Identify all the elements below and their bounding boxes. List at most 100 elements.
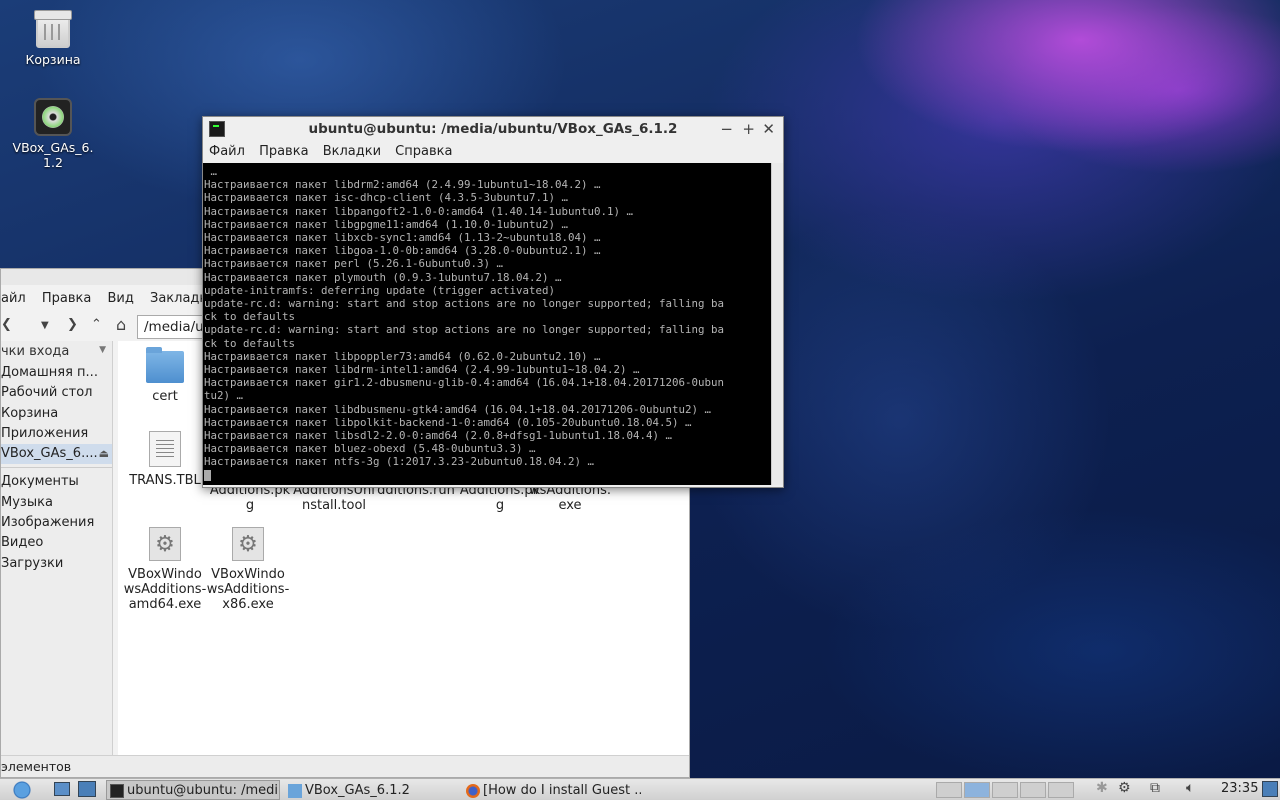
- sidebar-item-pictures[interactable]: Изображения: [1, 513, 112, 533]
- sidebar-item-downloads[interactable]: Загрузки: [1, 554, 112, 574]
- sidebar-item-videos[interactable]: Видео: [1, 533, 112, 553]
- terminal-line: update-initramfs: deferring update (trig…: [204, 283, 556, 297]
- file-item[interactable]: cert: [123, 347, 207, 404]
- sidebar-header[interactable]: чки входа ▼: [1, 341, 112, 363]
- terminal-menubar: Файл Правка Вкладки Справка: [203, 141, 783, 163]
- sidebar-item-trash[interactable]: Корзина: [1, 404, 112, 424]
- workspace-5[interactable]: [1048, 782, 1074, 798]
- sidebar-item-home[interactable]: Домашняя п...: [1, 363, 112, 383]
- terminal-icon: [110, 784, 124, 798]
- taskbar: ubuntu@ubuntu: /medi... VBox_GAs_6.1.2 […: [0, 778, 1280, 800]
- executable-gear-icon: ⚙: [149, 527, 181, 561]
- network-icon[interactable]: ⧉: [1150, 780, 1160, 796]
- dropdown-icon[interactable]: ▼: [41, 320, 49, 331]
- sidebar-item-music[interactable]: Музыка: [1, 493, 112, 513]
- menu-help[interactable]: Справка: [395, 144, 452, 159]
- terminal-line: Настраивается пакет libpoppler73:amd64 (…: [204, 349, 601, 363]
- folder-icon: [288, 784, 302, 798]
- maximize-icon[interactable]: +: [742, 117, 755, 141]
- terminal-line: Настраивается пакет plymouth (0.9.3-1ubu…: [204, 270, 562, 284]
- menu-edit[interactable]: Правка: [259, 144, 308, 159]
- menu-file[interactable]: Файл: [209, 144, 245, 159]
- terminal-line: Настраивается пакет libdrm2:amd64 (2.4.9…: [204, 178, 601, 192]
- sidebar-item-desktop[interactable]: Рабочий стол: [1, 383, 112, 403]
- terminal-line: ck to defaults: [204, 310, 296, 324]
- desktop-switch-icon[interactable]: [78, 781, 96, 797]
- terminal-line: update-rc.d: warning: start and stop act…: [204, 323, 725, 337]
- file-item[interactable]: ⚙ VBoxWindowsAdditions-amd64.exe: [123, 527, 207, 612]
- sidebar-divider: [1, 464, 112, 469]
- up-icon[interactable]: ⌃: [91, 317, 102, 332]
- file-name: TRANS.TBL: [129, 473, 201, 488]
- menu-view[interactable]: Вид: [108, 291, 134, 306]
- folder-icon: [146, 347, 184, 383]
- terminal-line: Настраивается пакет gir1.2-dbusmenu-glib…: [204, 376, 725, 390]
- terminal-line: Настраивается пакет libxcb-sync1:amd64 (…: [204, 231, 601, 245]
- terminal-line: update-rc.d: warning: start and stop act…: [204, 297, 725, 311]
- terminal-line: tu2) …: [204, 389, 244, 403]
- minimize-icon[interactable]: −: [720, 117, 733, 141]
- terminal-line: …: [204, 165, 218, 178]
- desktop-icon-label: VBox_GAs_6.1.2: [12, 140, 94, 170]
- prev-icon[interactable]: ❮: [1, 317, 12, 332]
- collapse-icon[interactable]: ▼: [99, 345, 106, 355]
- terminal-line: Настраивается пакет libpangoft2-1.0-0:am…: [204, 204, 634, 218]
- show-desktop-button[interactable]: [1262, 781, 1278, 797]
- disc-icon: [34, 98, 72, 136]
- task-terminal[interactable]: ubuntu@ubuntu: /medi...: [106, 780, 280, 800]
- sidebar: чки входа ▼ Домашняя п... Рабочий стол К…: [1, 341, 113, 757]
- terminal-line: Настраивается пакет bluez-obexd (5.48-0u…: [204, 442, 536, 456]
- sidebar-item-applications[interactable]: Приложения: [1, 424, 112, 444]
- executable-gear-icon: ⚙: [232, 527, 264, 561]
- clock[interactable]: 23:35: [1221, 781, 1258, 796]
- terminal-line: Настраивается пакет libgoa-1.0-0b:amd64 …: [204, 244, 601, 258]
- workspace-3[interactable]: [992, 782, 1018, 798]
- text-file-icon: [149, 431, 181, 467]
- terminal-line: Настраивается пакет libdbusmenu-gtk4:amd…: [204, 402, 712, 416]
- file-manager-launcher-icon[interactable]: [54, 782, 70, 796]
- volume-icon[interactable]: 🔈︎: [1186, 780, 1194, 796]
- bluetooth-icon[interactable]: ✱: [1096, 780, 1108, 796]
- file-name: VBoxWindowsAdditions-x86.exe: [206, 567, 290, 612]
- terminal-title: ubuntu@ubuntu: /media/ubuntu/VBox_GAs_6.…: [308, 121, 678, 137]
- firefox-icon: [466, 784, 480, 798]
- file-name: cert: [152, 389, 178, 404]
- terminal-titlebar[interactable]: ubuntu@ubuntu: /media/ubuntu/VBox_GAs_6.…: [203, 117, 783, 141]
- workspace-2[interactable]: [964, 782, 990, 798]
- task-browser[interactable]: [How do I install Guest ...: [462, 780, 642, 800]
- terminal-line: Настраивается пакет libsdl2-2.0-0:amd64 …: [204, 429, 673, 443]
- terminal-line: Настраивается пакет libgpgme11:amd64 (1.…: [204, 217, 569, 231]
- sidebar-item-documents[interactable]: Документы: [1, 472, 112, 492]
- terminal-scrollbar[interactable]: [771, 163, 783, 485]
- terminal-output[interactable]: … Настраивается пакет libdrm2:amd64 (2.4.…: [203, 163, 773, 485]
- forward-icon[interactable]: ❯: [67, 317, 78, 332]
- terminal-line: ck to defaults: [204, 336, 296, 350]
- terminal-cursor: [204, 470, 211, 482]
- file-name: VBoxWindowsAdditions-amd64.exe: [123, 567, 207, 612]
- terminal-line: Настраивается пакет libpolkit-backend-1-…: [204, 415, 692, 429]
- menu-file[interactable]: айл: [1, 291, 26, 306]
- eject-icon[interactable]: ⏏: [99, 444, 109, 464]
- desktop-icon-vbox-disc[interactable]: VBox_GAs_6.1.2: [8, 98, 98, 170]
- file-item[interactable]: ⚙ VBoxWindowsAdditions-x86.exe: [206, 527, 290, 612]
- terminal-icon: [209, 121, 225, 137]
- terminal-line: Настраивается пакет isc-dhcp-client (4.3…: [204, 191, 569, 205]
- terminal-line: Настраивается пакет perl (5.26.1-6ubuntu…: [204, 257, 504, 271]
- terminal-line: Настраивается пакет libdrm-intel1:amd64 …: [204, 363, 640, 377]
- trash-icon: [34, 10, 72, 48]
- terminal-line: Настраивается пакет ntfs-3g (1:2017.3.23…: [204, 455, 595, 469]
- app-menu-icon[interactable]: [0, 779, 42, 800]
- terminal-window: ubuntu@ubuntu: /media/ubuntu/VBox_GAs_6.…: [202, 116, 784, 488]
- close-icon[interactable]: ✕: [762, 117, 775, 141]
- task-file-manager[interactable]: VBox_GAs_6.1.2: [284, 780, 460, 800]
- menu-edit[interactable]: Правка: [42, 291, 91, 306]
- workspace-4[interactable]: [1020, 782, 1046, 798]
- file-item[interactable]: TRANS.TBL: [123, 431, 207, 488]
- sidebar-item-vbox[interactable]: VBox_GAs_6.... ⏏: [1, 444, 112, 465]
- status-bar: элементов: [1, 755, 689, 777]
- desktop-icon-trash[interactable]: Корзина: [8, 10, 98, 67]
- settings-tray-icon[interactable]: ⚙: [1118, 780, 1131, 796]
- workspace-1[interactable]: [936, 782, 962, 798]
- menu-tabs[interactable]: Вкладки: [323, 144, 381, 159]
- home-icon[interactable]: ⌂: [116, 315, 126, 334]
